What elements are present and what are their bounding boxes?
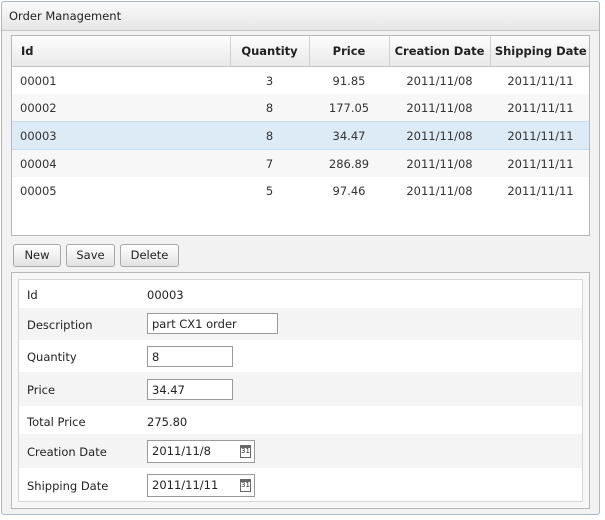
panel-title: Order Management	[2, 2, 599, 31]
id-label: Id	[27, 288, 38, 302]
cell-price: 177.05	[309, 94, 389, 122]
cell-creation-date: 2011/11/08	[406, 73, 473, 88]
cell-shipping-date: 2011/11/11	[490, 94, 589, 122]
description-label: Description	[27, 318, 93, 332]
field-row-quantity: Quantity	[19, 340, 582, 372]
grid-header-row: Id Quantity Price Creation Date Shipping…	[12, 36, 589, 67]
column-header-quantity[interactable]: Quantity	[230, 36, 310, 67]
cell-quantity: 7	[230, 149, 309, 177]
calendar-icon[interactable]: 31	[240, 445, 251, 458]
new-button[interactable]: New	[13, 244, 61, 267]
cell-shipping-date: 2011/11/11	[507, 183, 574, 198]
table-row[interactable]: 00001 3 91.85 2011/11/08 2011/11/11	[12, 67, 589, 95]
cell-creation-date: 2011/11/08	[389, 121, 490, 150]
order-detail-form: Id 00003 Description Quantity Price Tota…	[11, 272, 590, 509]
creation-date-picker[interactable]: 2011/11/8 31	[147, 440, 255, 463]
table-row[interactable]: 00002 8 177.05 2011/11/08 2011/11/11	[12, 94, 589, 122]
price-label: Price	[27, 383, 56, 397]
orders-grid: Id Quantity Price Creation Date Shipping…	[11, 35, 590, 236]
column-header-shipping-date[interactable]: Shipping Date	[490, 36, 589, 67]
table-row[interactable]: 00005 5 97.46 2011/11/08 2011/11/11	[12, 177, 589, 204]
table-row[interactable]: 00004 7 286.89 2011/11/08 2011/11/11	[12, 149, 589, 177]
cell-quantity: 8	[230, 94, 309, 122]
quantity-field[interactable]	[147, 346, 233, 367]
table-row-selected[interactable]: 00003 8 34.47 2011/11/08 2011/11/11	[12, 121, 589, 150]
form-fields: Id 00003 Description Quantity Price Tota…	[18, 279, 583, 502]
cell-id: 00001	[20, 73, 57, 88]
field-row-creation-date: Creation Date 2011/11/8 31	[19, 434, 582, 468]
column-header-id[interactable]: Id	[12, 36, 231, 67]
field-row-id: Id 00003	[19, 280, 582, 308]
cell-id: 00003	[12, 121, 230, 150]
shipping-date-label: Shipping Date	[27, 479, 109, 493]
id-value: 00003	[147, 288, 184, 302]
cell-id: 00004	[12, 149, 230, 177]
column-header-creation-date[interactable]: Creation Date	[389, 36, 491, 67]
price-field[interactable]	[147, 379, 233, 400]
field-row-price: Price	[19, 372, 582, 406]
cell-quantity: 8	[230, 121, 309, 150]
order-management-panel: Order Management Id Quantity Price Creat…	[1, 1, 600, 515]
cell-quantity: 3	[265, 73, 274, 88]
cell-price: 97.46	[332, 183, 366, 198]
shipping-date-picker[interactable]: 2011/11/11 31	[147, 474, 255, 497]
calendar-icon[interactable]: 31	[240, 479, 251, 492]
cell-id: 00005	[20, 183, 57, 198]
cell-creation-date: 2011/11/08	[389, 94, 490, 122]
cell-shipping-date: 2011/11/11	[490, 121, 589, 150]
column-header-price[interactable]: Price	[309, 36, 390, 67]
field-row-total-price: Total Price 275.80	[19, 406, 582, 434]
cell-quantity: 5	[265, 183, 274, 198]
total-price-label: Total Price	[27, 415, 86, 429]
cell-shipping-date: 2011/11/11	[490, 149, 589, 177]
description-field[interactable]	[147, 313, 278, 334]
creation-date-value: 2011/11/8	[152, 444, 211, 458]
cell-price: 286.89	[309, 149, 389, 177]
save-button[interactable]: Save	[66, 244, 115, 267]
cell-price: 34.47	[309, 121, 389, 150]
cell-price: 91.85	[332, 73, 366, 88]
total-price-value: 275.80	[147, 415, 188, 429]
field-row-shipping-date: Shipping Date 2011/11/11 31	[19, 468, 582, 501]
cell-creation-date: 2011/11/08	[406, 183, 473, 198]
cell-creation-date: 2011/11/08	[389, 149, 490, 177]
field-row-description: Description	[19, 308, 582, 340]
shipping-date-value: 2011/11/11	[152, 478, 219, 492]
creation-date-label: Creation Date	[27, 445, 107, 459]
quantity-label: Quantity	[27, 350, 77, 364]
delete-button[interactable]: Delete	[120, 244, 179, 267]
cell-id: 00002	[12, 94, 230, 122]
cell-shipping-date: 2011/11/11	[507, 73, 574, 88]
